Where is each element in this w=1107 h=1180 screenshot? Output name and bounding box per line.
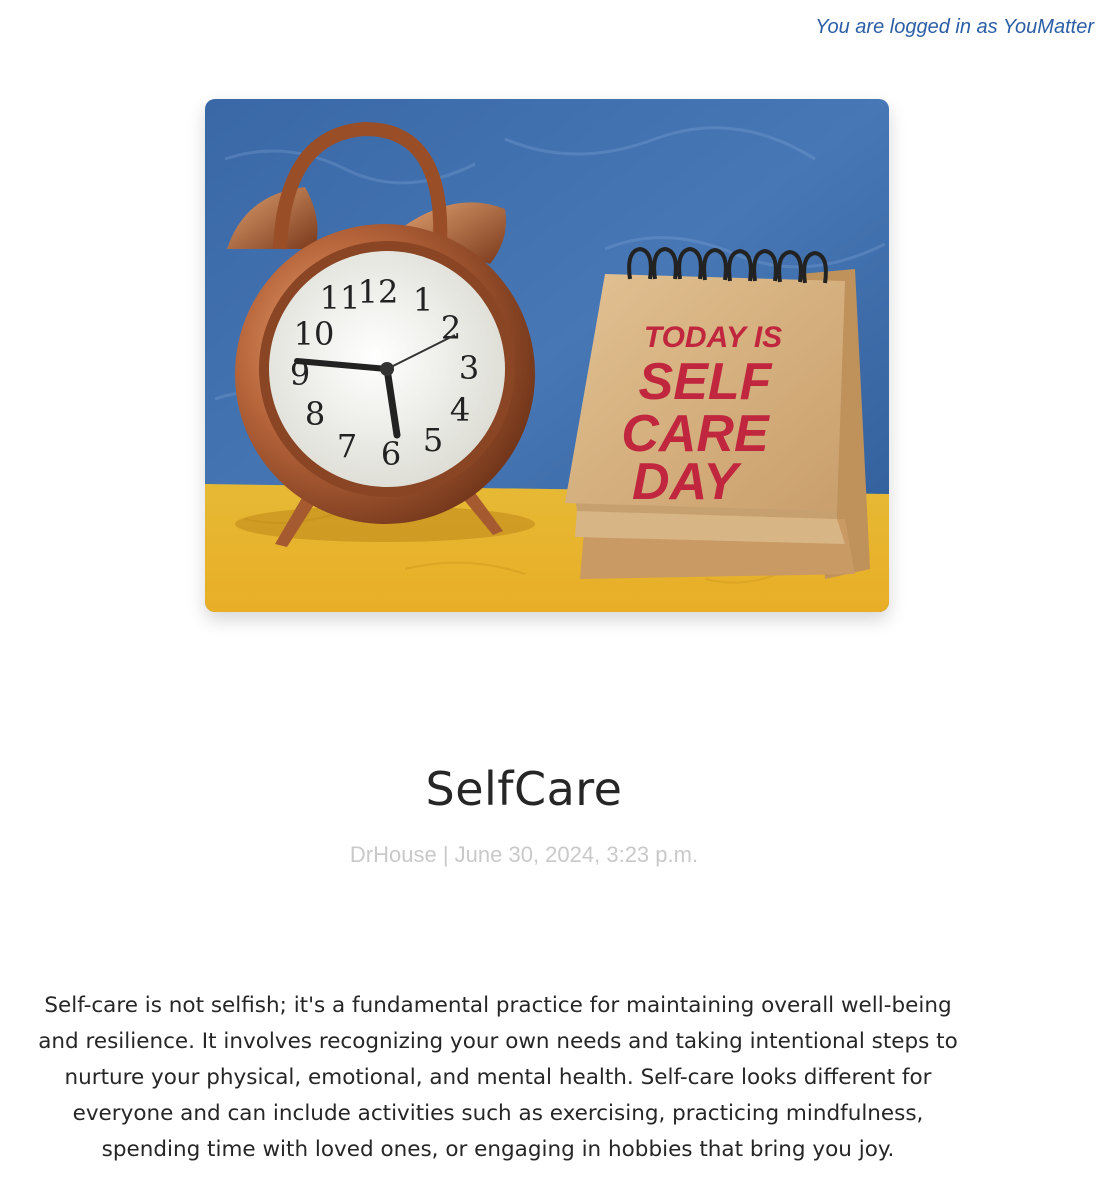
svg-text:12: 12 [358,273,399,311]
svg-text:7: 7 [337,427,357,465]
svg-text:DAY: DAY [632,453,742,511]
svg-text:SELF: SELF [639,353,773,411]
post-meta: DrHouse | June 30, 2024, 3:23 p.m. [349,842,699,867]
svg-text:11: 11 [320,279,361,317]
hero-image: 12 1 2 3 4 5 6 7 8 9 10 11 TODAY IS SELF… [205,99,889,612]
post-body: Self-care is not selfish; it's a fundame… [38,993,958,1162]
login-status: You are logged in as YouMatter [815,16,1094,38]
svg-text:5: 5 [423,421,443,459]
svg-text:TODAY IS: TODAY IS [644,321,782,354]
post-title: SelfCare [425,762,623,816]
svg-text:10: 10 [294,315,335,353]
svg-text:1: 1 [413,281,433,319]
svg-text:6: 6 [381,435,401,473]
svg-text:3: 3 [459,349,479,387]
svg-text:8: 8 [305,395,325,433]
svg-text:4: 4 [450,391,470,429]
